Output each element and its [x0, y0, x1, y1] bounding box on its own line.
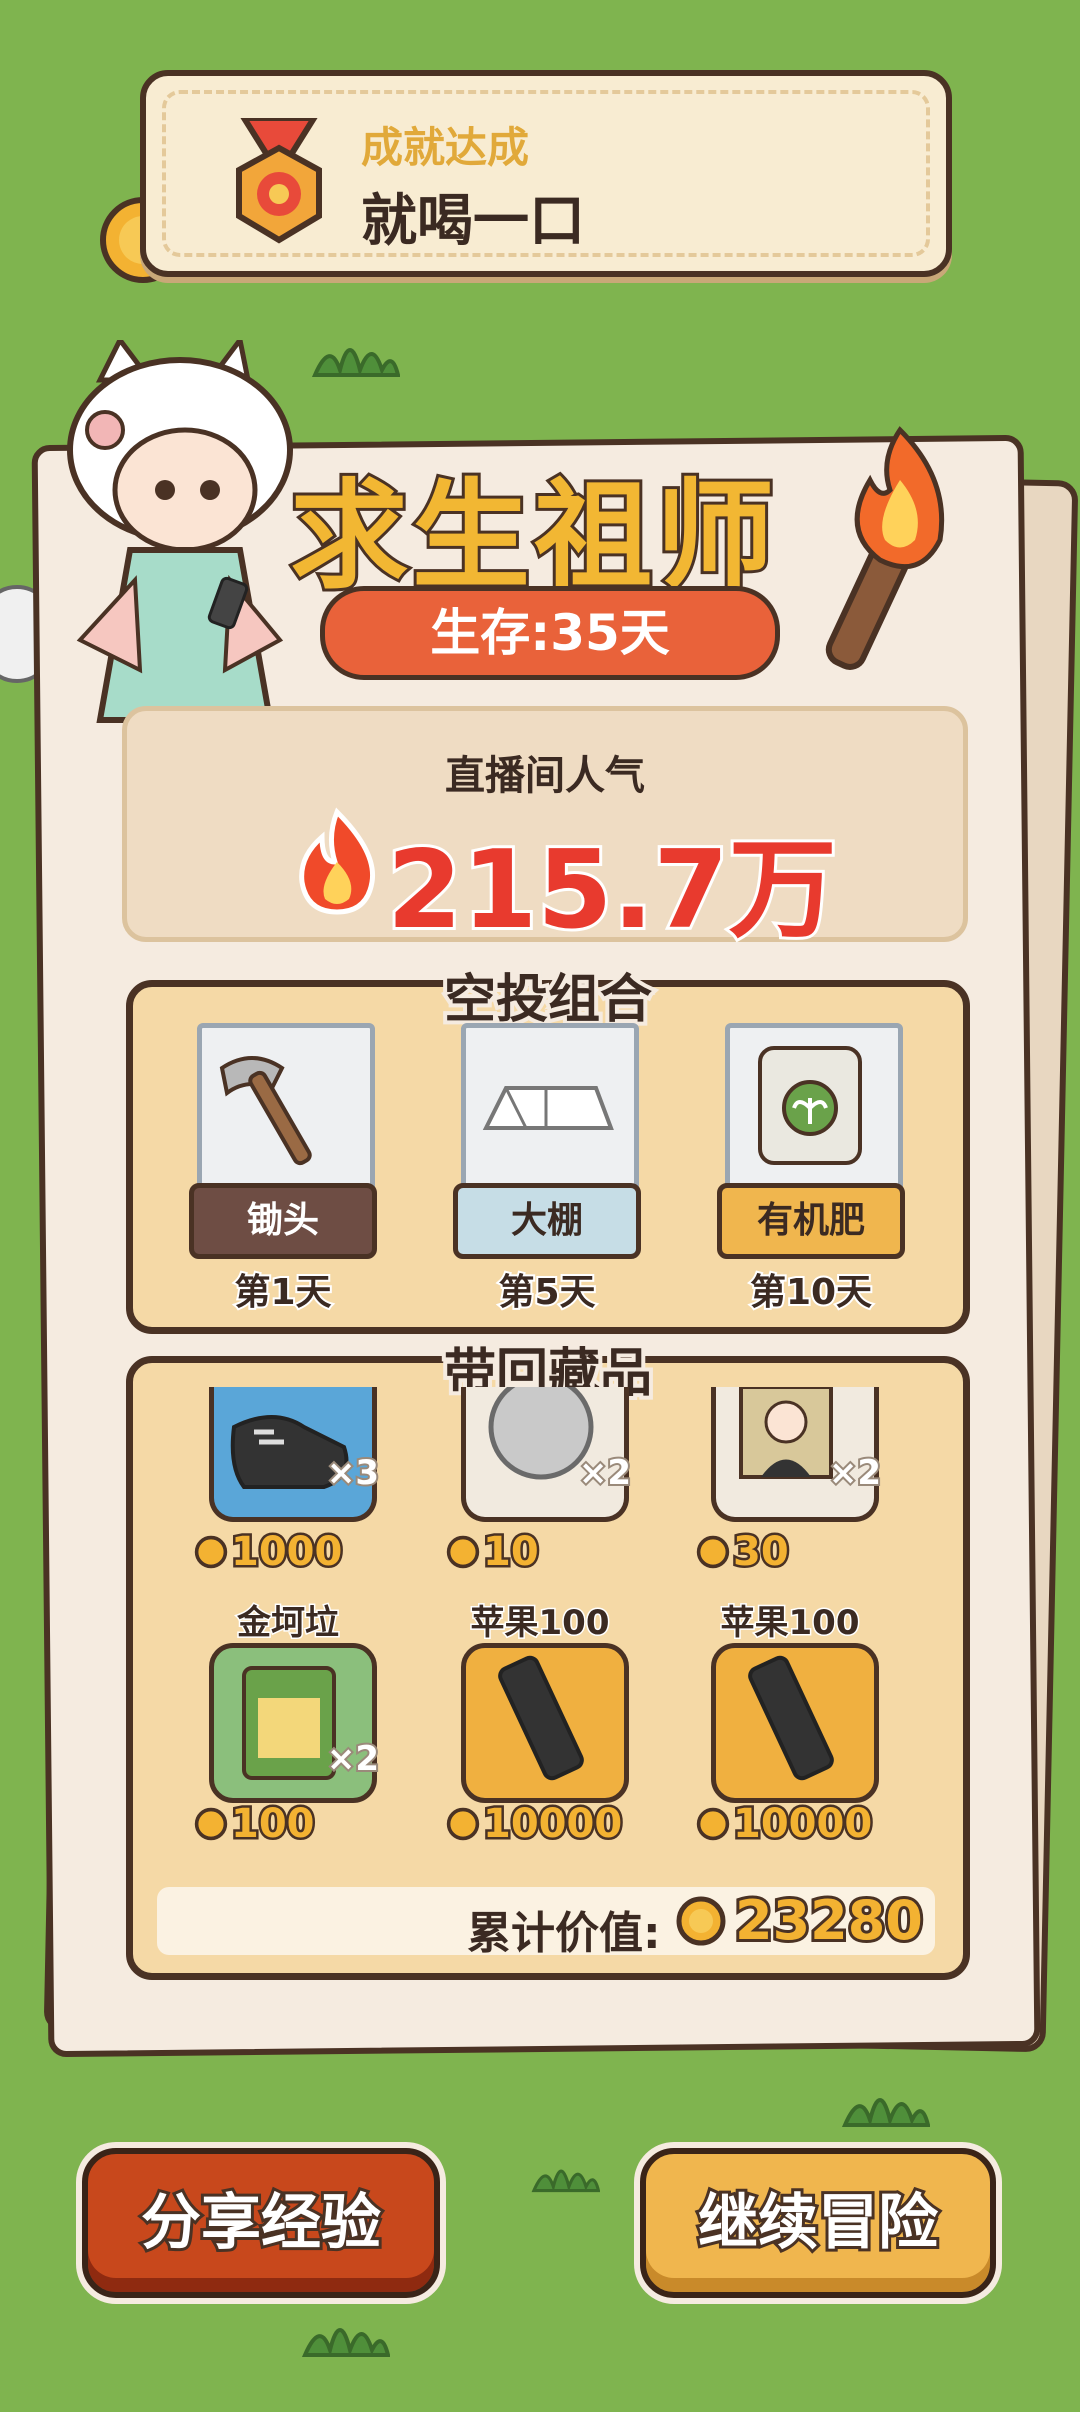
- phone-icon: [498, 1655, 584, 1781]
- survival-days-badge: 生存:35天: [320, 586, 780, 680]
- item-price: 30: [731, 1527, 792, 1578]
- grass-tuft-icon: [301, 2328, 390, 2358]
- item-name: 金坷垃: [236, 1602, 341, 1645]
- item-name: 苹果100: [719, 1602, 861, 1645]
- airdrop-item-day: 第1天: [232, 1270, 333, 1315]
- item-price: 1000: [228, 1527, 344, 1578]
- gold-coin-icon: [194, 1807, 228, 1841]
- collection-item[interactable]: ×2 10: [445, 1343, 635, 1603]
- item-name: 苹果100: [469, 1602, 611, 1645]
- airdrop-item-day: 第5天: [496, 1270, 597, 1315]
- airdrop-item-label: 大棚: [453, 1183, 641, 1259]
- popularity-panel: 直播间人气 215.7万: [122, 706, 968, 956]
- collection-item[interactable]: 苹果100 10000: [445, 1599, 635, 1859]
- achievement-name: 就喝一口: [361, 189, 585, 254]
- grass-tuft-icon: [531, 2169, 600, 2193]
- grass-tuft-icon: [311, 348, 400, 378]
- popularity-label: 直播间人气: [445, 753, 645, 799]
- collection-item[interactable]: 金坷垃 ×2 100: [193, 1599, 383, 1859]
- total-value-bar: 累计价值: 23280: [157, 1886, 935, 1959]
- total-value-label: 累计价值:: [467, 1908, 661, 1959]
- airdrop-item-day: 第10天: [748, 1270, 874, 1315]
- achievement-banner: 成就达成 就喝一口: [140, 70, 952, 277]
- item-price: 10000: [730, 1799, 874, 1850]
- grass-tuft-icon: [841, 2098, 930, 2128]
- popularity-value: 215.7万: [384, 825, 840, 956]
- airdrop-item-label: 锄头: [189, 1183, 377, 1259]
- fertilizer-bag-icon: [758, 1046, 862, 1165]
- airdrop-section: 空投组合 锄头 第1天 大棚 第5天 有机肥 第10天: [126, 966, 970, 1334]
- item-quantity: ×2: [827, 1451, 883, 1495]
- gold-coin-icon: [194, 1535, 228, 1569]
- continue-adventure-button[interactable]: 继续冒险: [640, 2148, 996, 2298]
- gold-coin-icon: [696, 1807, 730, 1841]
- item-quantity: ×3: [325, 1451, 381, 1495]
- share-experience-button[interactable]: 分享经验: [82, 2148, 440, 2298]
- gold-coin-icon: [446, 1807, 480, 1841]
- item-quantity: ×2: [325, 1737, 381, 1781]
- hoe-icon: [219, 1056, 312, 1166]
- collection-item[interactable]: 苹果100 10000: [695, 1599, 885, 1859]
- item-price: 10: [481, 1527, 542, 1578]
- streamer-character-icon: [67, 340, 293, 723]
- item-price: 100: [229, 1799, 317, 1850]
- achievement-label: 成就达成: [361, 123, 530, 172]
- item-quantity: ×2: [577, 1451, 633, 1495]
- torch-icon: [825, 426, 945, 670]
- collection-item[interactable]: ×3 1000: [193, 1343, 383, 1603]
- airdrop-item-label: 有机肥: [717, 1183, 905, 1259]
- tent-icon: [482, 1086, 614, 1130]
- airdrop-title: 空投组合: [440, 966, 656, 1034]
- medal-icon: [236, 118, 322, 244]
- collection-item[interactable]: ×2 30: [695, 1343, 885, 1603]
- gold-coin-icon: [446, 1535, 480, 1569]
- phone-icon: [748, 1655, 834, 1781]
- gold-coin-icon: [676, 1896, 726, 1946]
- fire-icon: [299, 807, 376, 915]
- total-value: 23280: [732, 1886, 926, 1955]
- item-price: 10000: [480, 1799, 624, 1850]
- gold-coin-icon: [696, 1535, 730, 1569]
- collection-section: 带回藏品 ×3 1000 ×2 10 ×2 30 金坷垃 ×2 100 苹果10…: [126, 1340, 970, 1980]
